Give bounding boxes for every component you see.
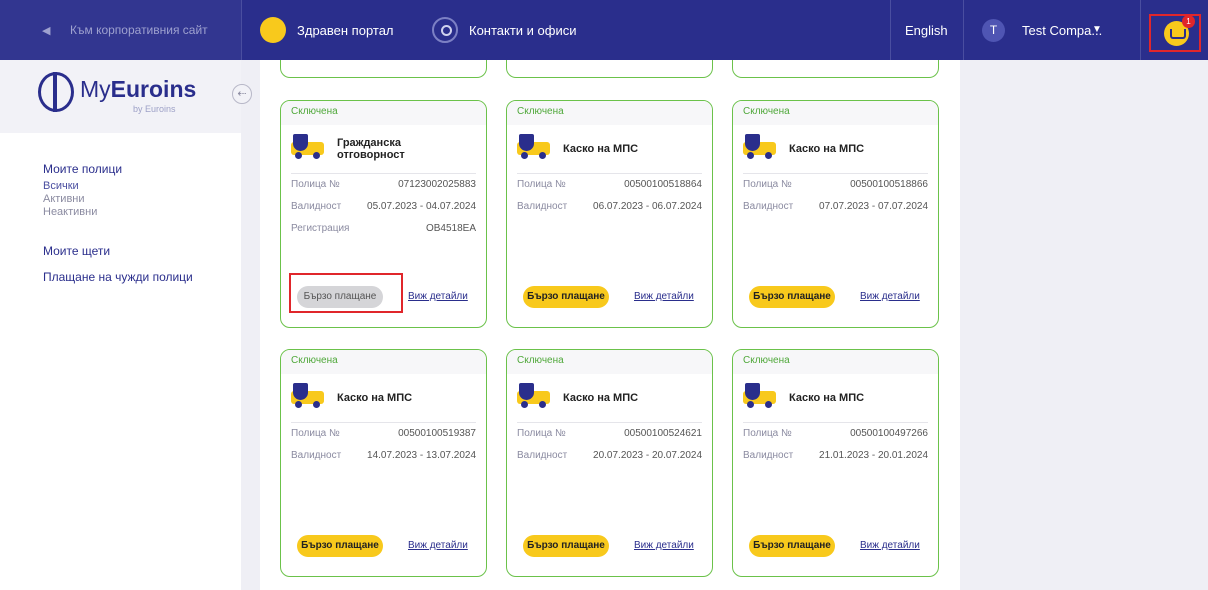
logo-text: MyEuroins <box>80 76 197 102</box>
collapse-sidebar-button[interactable]: ⇠ <box>232 84 252 104</box>
policy-no-label: Полица № <box>743 428 792 439</box>
details-link[interactable]: Виж детайли <box>860 540 920 551</box>
validity-label: Валидност <box>743 201 794 212</box>
quick-pay-highlight <box>289 273 403 313</box>
nav-contacts[interactable]: Контакти и офиси <box>432 0 577 60</box>
car-insurance-icon <box>743 383 777 413</box>
validity-value: 06.07.2023 - 06.07.2024 <box>593 201 702 212</box>
sidebar-filter-inactive[interactable]: Неактивни <box>43 206 97 218</box>
sidebar-my-policies[interactable]: Моите полици <box>43 162 122 176</box>
details-link[interactable]: Виж детайли <box>408 540 468 551</box>
policy-no-value: 00500100497266 <box>850 428 928 439</box>
euroins-logo-icon <box>38 72 74 112</box>
cart-highlight: 1 <box>1149 14 1201 52</box>
car-insurance-icon <box>517 134 551 164</box>
product-name: Каско на МПС <box>789 392 865 404</box>
product-name: Каско на МПС <box>789 143 865 155</box>
sidebar-filter-active[interactable]: Активни <box>43 193 85 205</box>
location-pin-icon <box>432 17 458 43</box>
validity-value: 20.07.2023 - 20.07.2024 <box>593 450 702 461</box>
policy-card: Сключена Каско на МПС Полица № 0050010052… <box>506 349 713 577</box>
quick-pay-button[interactable]: Бързо плащане <box>749 535 835 557</box>
status-badge: Сключена <box>281 350 486 374</box>
quick-pay-button[interactable]: Бързо плащане <box>523 535 609 557</box>
nav-health-label: Здравен портал <box>297 22 394 38</box>
car-insurance-icon <box>743 134 777 164</box>
car-insurance-icon <box>291 383 325 413</box>
quick-pay-button[interactable]: Бързо плащане <box>523 286 609 308</box>
sidebar-my-claims[interactable]: Моите щети <box>43 244 110 258</box>
cart-badge: 1 <box>1182 15 1195 28</box>
product-name: Каско на МПС <box>563 392 639 404</box>
heart-icon <box>260 17 286 43</box>
chevron-down-icon[interactable]: ▼ <box>1092 24 1102 35</box>
details-link[interactable]: Виж детайли <box>860 291 920 302</box>
validity-value: 07.07.2023 - 07.07.2024 <box>819 201 928 212</box>
status-badge: Сключена <box>281 101 486 125</box>
nav-contacts-label: Контакти и офиси <box>469 22 577 38</box>
policy-no-value: 00500100519387 <box>398 428 476 439</box>
policy-no-value: 00500100518866 <box>850 179 928 190</box>
validity-label: Валидност <box>291 201 342 212</box>
status-badge: Сключена <box>507 350 712 374</box>
logo-subtitle: by Euroins <box>133 104 176 114</box>
details-link[interactable]: Виж детайли <box>634 540 694 551</box>
product-name: Гражданска отговорност <box>337 137 405 161</box>
top-bar: ◀ Към корпоративния сайт Здравен портал … <box>0 0 1208 60</box>
policy-card: Сключена Каско на МПС Полица № 0050010051… <box>732 100 939 328</box>
sidebar-filter-all[interactable]: Всички <box>43 180 79 192</box>
card-stub <box>506 60 713 78</box>
user-name[interactable]: Test Compa... <box>1022 23 1102 38</box>
back-to-corporate[interactable]: ◀ Към корпоративния сайт <box>0 0 241 60</box>
sidebar: MyEuroins by Euroins ⇠ Моите полици Всич… <box>0 60 252 590</box>
policy-no-value: 00500100524621 <box>624 428 702 439</box>
validity-label: Валидност <box>291 450 342 461</box>
car-insurance-icon <box>291 134 325 164</box>
product-name: Каско на МПС <box>337 392 413 404</box>
card-stub <box>280 60 487 78</box>
validity-label: Валидност <box>743 450 794 461</box>
validity-value: 05.07.2023 - 04.07.2024 <box>367 201 476 212</box>
registration-value: ОВ4518ЕА <box>425 223 476 234</box>
policy-no-label: Полица № <box>743 179 792 190</box>
policy-no-value: 00500100518864 <box>624 179 702 190</box>
policy-no-label: Полица № <box>517 179 566 190</box>
details-link[interactable]: Виж детайли <box>408 291 468 302</box>
policy-no-label: Полица № <box>291 428 340 439</box>
policy-no-value: 07123002025883 <box>398 179 476 190</box>
product-name: Каско на МПС <box>563 143 639 155</box>
policy-card: Сключена Каско на МПС Полица № 0050010051… <box>280 349 487 577</box>
registration-label: Регистрация <box>291 223 350 234</box>
logo-area: MyEuroins by Euroins <box>0 60 241 133</box>
chevron-left-icon: ◀ <box>42 25 51 37</box>
nav-health-portal[interactable]: Здравен портал <box>260 0 394 60</box>
validity-label: Валидност <box>517 450 568 461</box>
validity-label: Валидност <box>517 201 568 212</box>
policy-card: Сключена Каско на МПС Полица № 0050010049… <box>732 349 939 577</box>
car-insurance-icon <box>517 383 551 413</box>
quick-pay-button[interactable]: Бързо плащане <box>297 535 383 557</box>
language-switch[interactable]: English <box>905 23 948 38</box>
avatar[interactable]: T <box>982 19 1005 42</box>
policy-no-label: Полица № <box>517 428 566 439</box>
details-link[interactable]: Виж детайли <box>634 291 694 302</box>
status-badge: Сключена <box>507 101 712 125</box>
validity-value: 14.07.2023 - 13.07.2024 <box>367 450 476 461</box>
status-badge: Сключена <box>733 350 938 374</box>
policy-no-label: Полица № <box>291 179 340 190</box>
card-stub <box>732 60 939 78</box>
quick-pay-button[interactable]: Бързо плащане <box>749 286 835 308</box>
back-link-label: Към корпоративния сайт <box>70 23 208 37</box>
status-badge: Сключена <box>733 101 938 125</box>
policy-card: Сключена Каско на МПС Полица № 0050010051… <box>506 100 713 328</box>
validity-value: 21.01.2023 - 20.01.2024 <box>819 450 928 461</box>
sidebar-pay-others[interactable]: Плащане на чужди полици <box>43 270 193 284</box>
